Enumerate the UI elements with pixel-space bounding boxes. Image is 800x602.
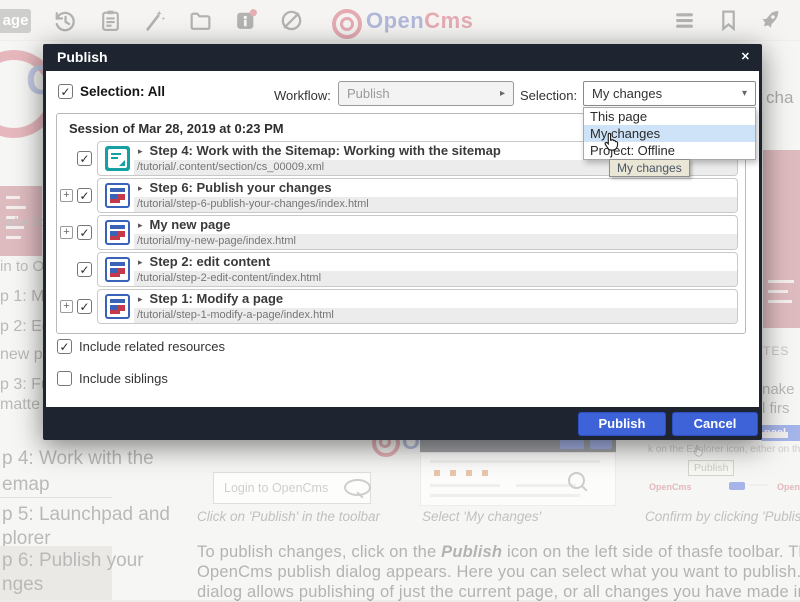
resource-card[interactable]: ▸ Step 2: edit content /tutorial/step-2-e…	[97, 252, 738, 287]
selection-select[interactable]: My changes ▾	[583, 81, 756, 106]
triangle-icon[interactable]: ▸	[138, 146, 143, 156]
selection-all-checkbox[interactable]: ✓	[58, 84, 73, 99]
page-icon	[105, 220, 130, 245]
publish-item: ✓ ▸ Step 2: edit content /tutorial/step-2…	[60, 252, 738, 287]
include-siblings-label: Include siblings	[79, 371, 168, 386]
expand-icon[interactable]: +	[60, 226, 73, 239]
selection-label: Selection:	[520, 88, 577, 103]
resource-title: Step 6: Publish your changes	[150, 180, 332, 195]
include-related-row: ✓ Include related resources	[57, 339, 225, 354]
check-icon: ✓	[60, 85, 70, 99]
resource-path: /tutorial/step-1-modify-a-page/index.htm…	[134, 308, 737, 323]
chevron-down-icon: ▾	[742, 82, 747, 105]
item-checkbox[interactable]: ✓	[77, 151, 92, 166]
publish-button[interactable]: Publish	[578, 412, 666, 436]
resource-path: /tutorial/step-2-edit-content/index.html	[134, 271, 737, 286]
selection-value: My changes	[592, 86, 662, 101]
dialog-title: Publish	[57, 49, 108, 65]
resource-card[interactable]: ▸ Step 1: Modify a page /tutorial/step-1-…	[97, 289, 738, 324]
include-siblings-row: Include siblings	[57, 371, 168, 386]
triangle-icon[interactable]: ▸	[138, 220, 143, 230]
item-checkbox[interactable]: ✓	[77, 188, 92, 203]
publish-item: + ✓ ▸ Step 1: Modify a page /tutorial/ste…	[60, 289, 738, 324]
plus-icon: +	[63, 300, 69, 312]
resource-title: Step 4: Work with the Sitemap: Working w…	[150, 143, 501, 158]
workflow-select[interactable]: Publish ▸	[338, 81, 514, 106]
item-checkbox[interactable]: ✓	[77, 262, 92, 277]
check-icon: ✓	[79, 152, 89, 166]
include-siblings-checkbox[interactable]	[57, 371, 72, 386]
content-element-icon	[105, 146, 130, 171]
workflow-label: Workflow:	[274, 88, 331, 103]
check-icon: ✓	[59, 340, 69, 354]
mouse-cursor-icon	[600, 131, 622, 153]
publish-item: + ✓ ▸ My new page /tutorial/my-new-page/i…	[60, 215, 738, 250]
publish-dialog: Publish ✕ ✓ Selection: All Workflow: Pub…	[43, 44, 762, 440]
resource-title: Step 1: Modify a page	[150, 291, 284, 306]
triangle-icon[interactable]: ▸	[138, 257, 143, 267]
chevron-right-icon: ▸	[500, 82, 505, 105]
expand-icon[interactable]: +	[60, 189, 73, 202]
dropdown-option-this-page[interactable]: This page	[584, 108, 755, 125]
plus-icon: +	[63, 189, 69, 201]
item-checkbox[interactable]: ✓	[77, 225, 92, 240]
plus-icon: +	[63, 226, 69, 238]
dialog-body: ✓ Selection: All Workflow: Publish ▸ Sel…	[46, 71, 759, 407]
triangle-icon[interactable]: ▸	[138, 294, 143, 304]
resource-card[interactable]: ▸ Step 6: Publish your changes /tutorial/…	[97, 178, 738, 213]
check-icon: ✓	[79, 263, 89, 277]
expand-icon[interactable]: +	[60, 300, 73, 313]
item-checkbox[interactable]: ✓	[77, 299, 92, 314]
page-icon	[105, 294, 130, 319]
selection-all-label: Selection: All	[80, 84, 165, 99]
resource-card[interactable]: ▸ My new page /tutorial/my-new-page/index…	[97, 215, 738, 250]
resource-title: Step 2: edit content	[150, 254, 271, 269]
page-icon	[105, 183, 130, 208]
selection-all-row: ✓ Selection: All	[58, 84, 165, 99]
cancel-button[interactable]: Cancel	[672, 412, 758, 436]
resource-title: My new page	[150, 217, 231, 232]
close-icon[interactable]: ✕	[741, 50, 750, 63]
include-related-checkbox[interactable]: ✓	[57, 339, 72, 354]
check-icon: ✓	[79, 300, 89, 314]
dropdown-tooltip: My changes	[609, 159, 690, 177]
check-icon: ✓	[79, 189, 89, 203]
publish-item: + ✓ ▸ Step 6: Publish your changes /tutor…	[60, 178, 738, 213]
resource-path: /tutorial/step-6-publish-your-changes/in…	[134, 197, 737, 212]
include-related-label: Include related resources	[79, 339, 225, 354]
resource-path: /tutorial/my-new-page/index.html	[134, 234, 737, 249]
workflow-value: Publish	[347, 86, 390, 101]
check-icon: ✓	[79, 226, 89, 240]
page-icon	[105, 257, 130, 282]
dialog-footer: Publish Cancel	[43, 407, 762, 440]
triangle-icon[interactable]: ▸	[138, 183, 143, 193]
